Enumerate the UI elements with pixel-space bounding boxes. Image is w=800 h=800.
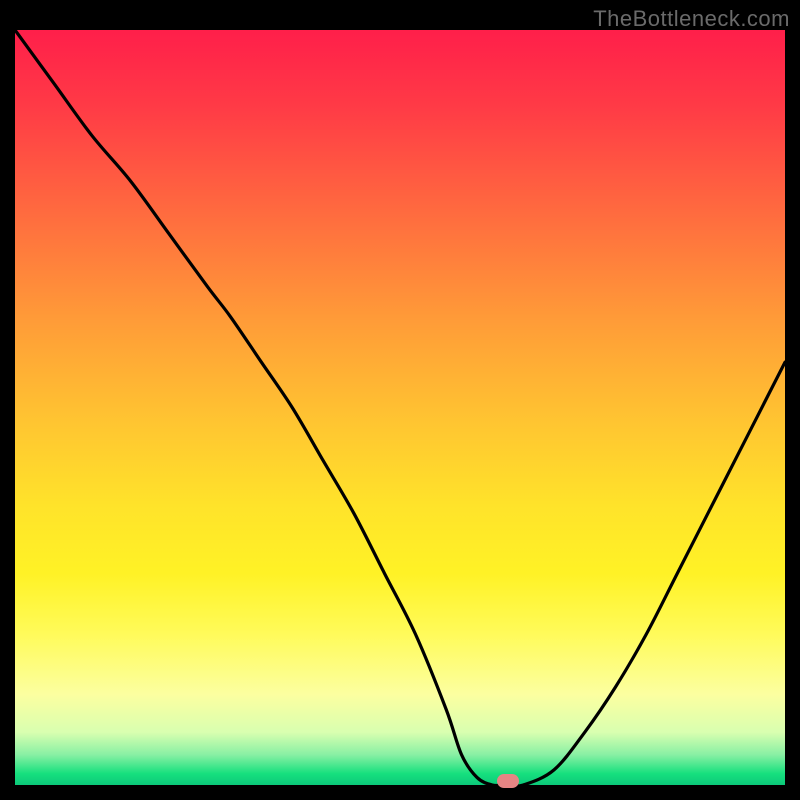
chart-frame: TheBottleneck.com xyxy=(0,0,800,800)
curve-svg xyxy=(15,30,785,785)
watermark-text: TheBottleneck.com xyxy=(593,6,790,32)
bottleneck-curve-line xyxy=(15,30,785,785)
plot-area xyxy=(15,30,785,785)
optimum-marker-icon xyxy=(497,774,519,788)
